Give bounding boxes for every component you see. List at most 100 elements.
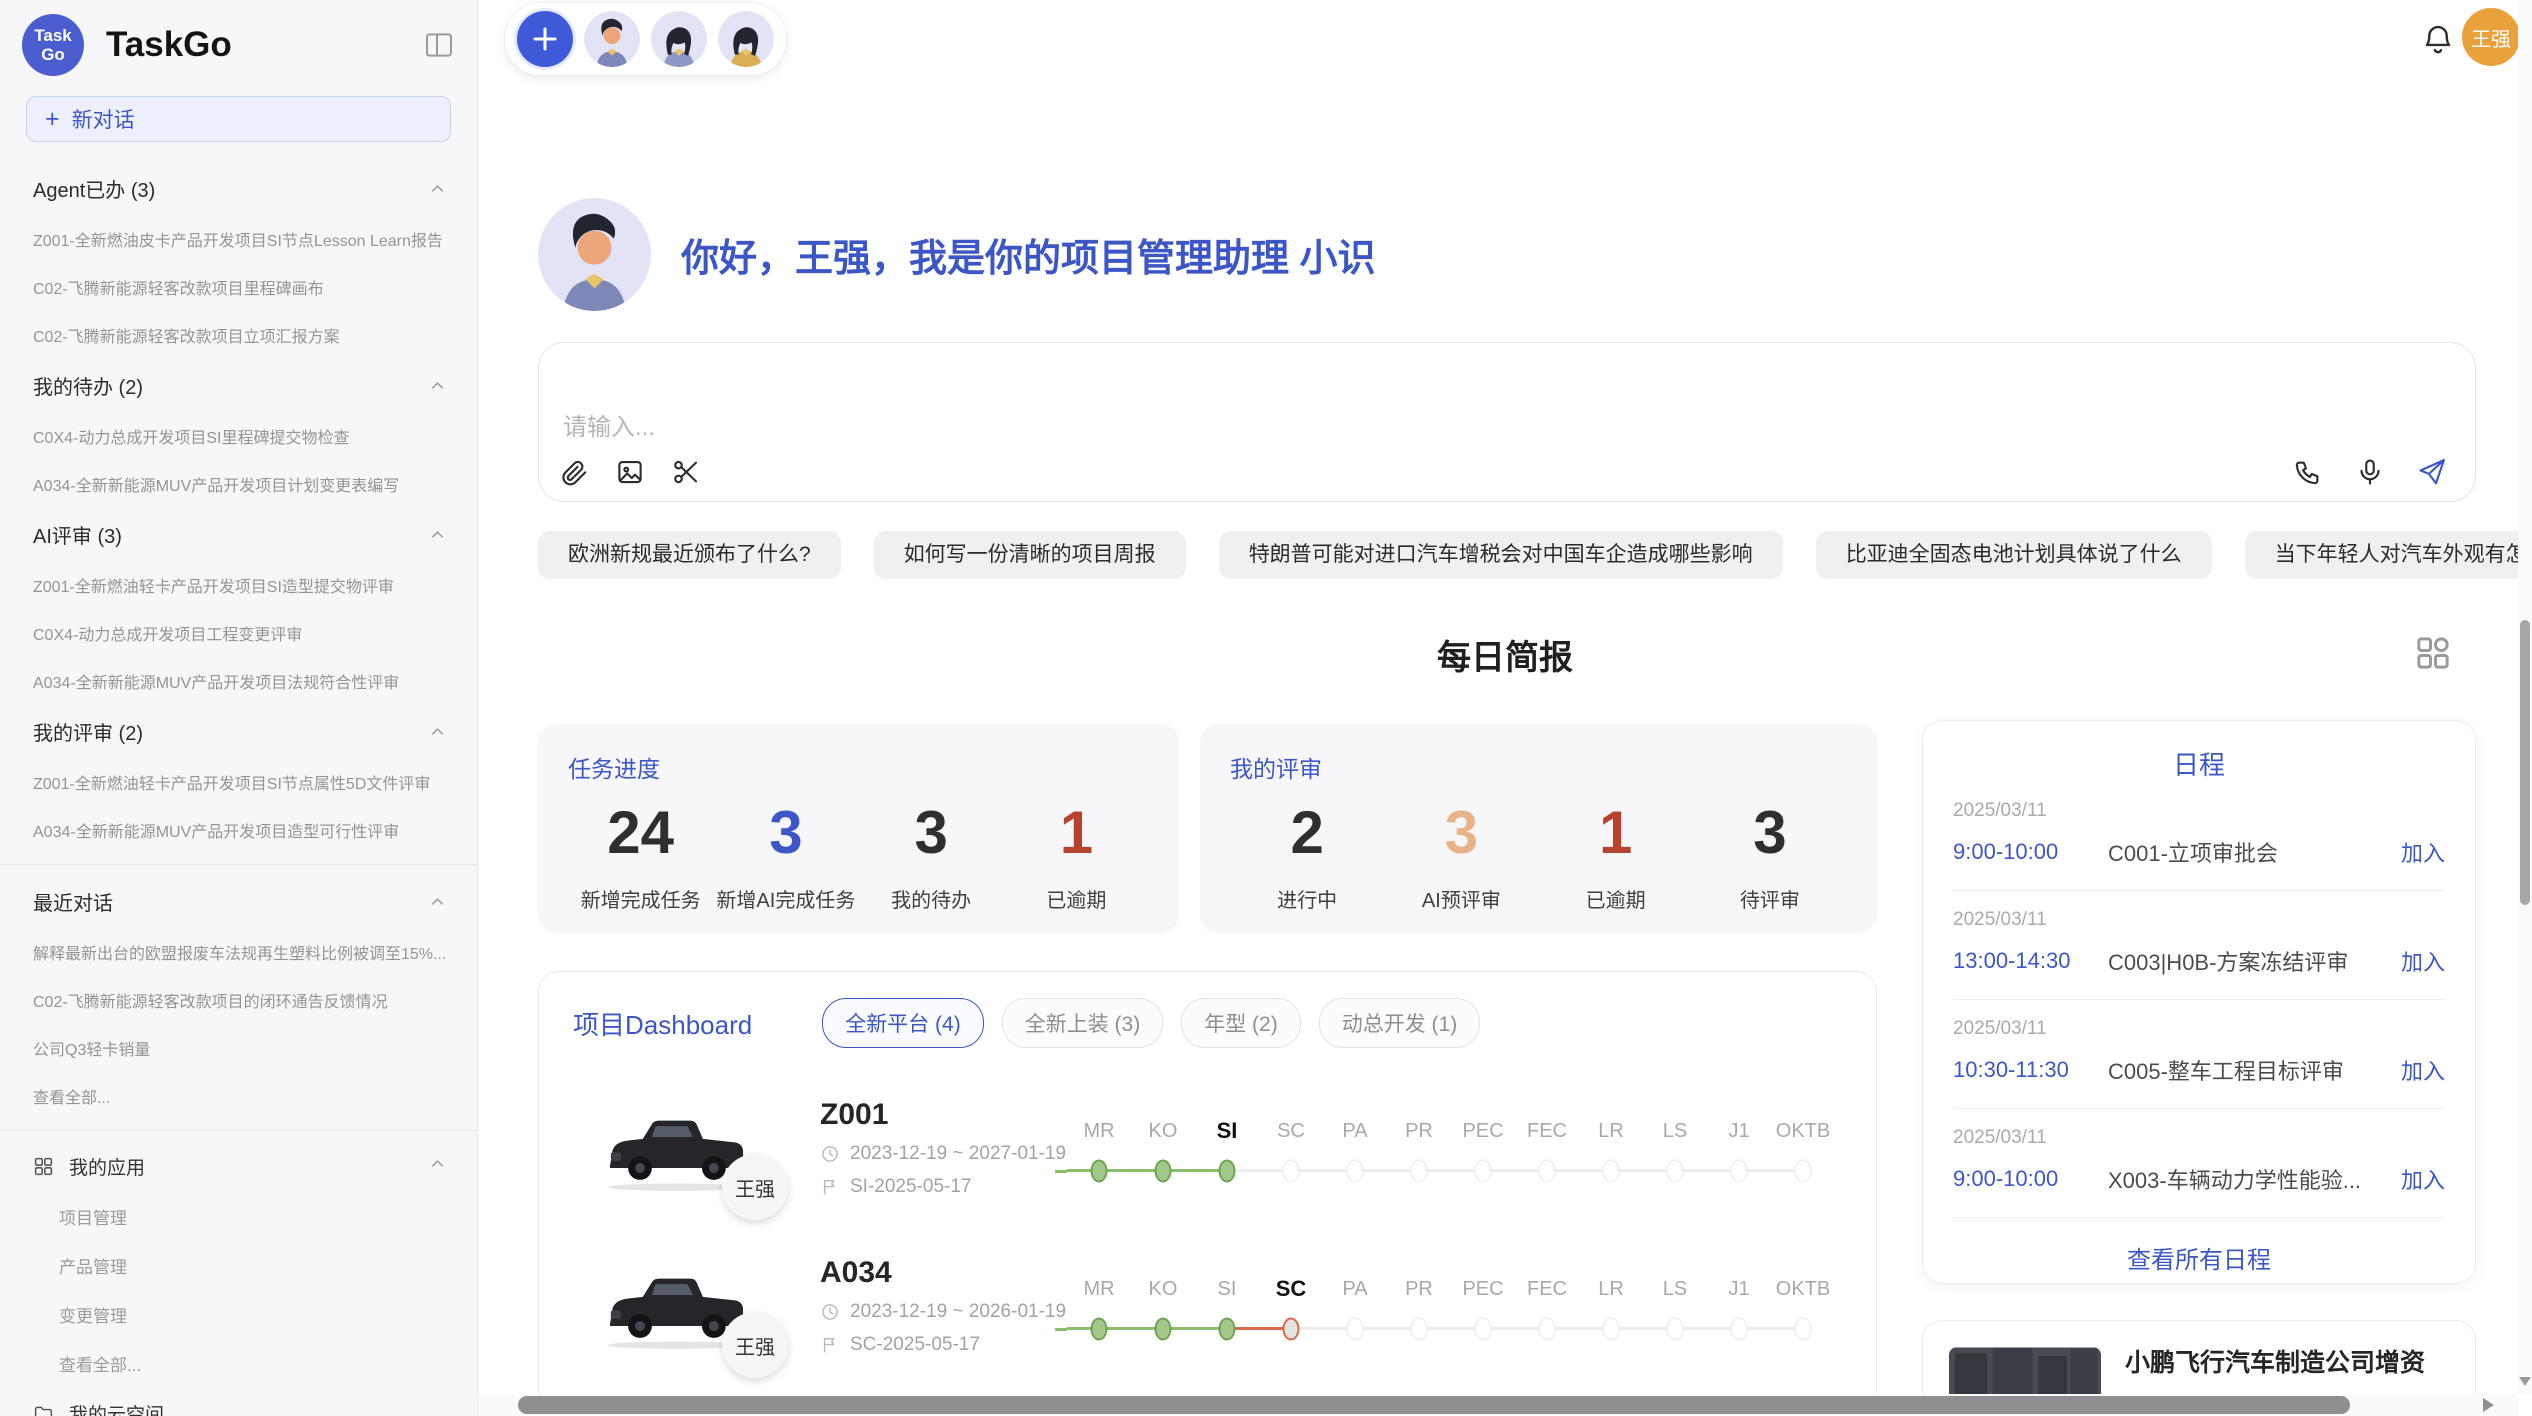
project-vehicle-image: 王强 bbox=[599, 1260, 754, 1352]
dashboard-tab[interactable]: 年型 (2) bbox=[1181, 998, 1301, 1048]
schedule-time: 9:00-10:00 bbox=[1953, 839, 2108, 865]
schedule-row: 9:00-10:00C001-立项审批会加入 bbox=[1953, 836, 2445, 868]
suggestion-chip[interactable]: 欧洲新规最近颁布了什么? bbox=[538, 531, 841, 579]
suggestion-chip[interactable]: 如何写一份清晰的项目周报 bbox=[874, 531, 1186, 579]
sidebar-task-item[interactable]: A034-全新新能源MUV产品开发项目法规符合性评审 bbox=[0, 657, 477, 705]
chevron-up-icon[interactable] bbox=[428, 892, 447, 911]
milestone: LR bbox=[1579, 1117, 1643, 1185]
milestone-label: PEC bbox=[1451, 1117, 1515, 1145]
apps-view-all[interactable]: 查看全部... bbox=[0, 1339, 477, 1388]
schedule-join-link[interactable]: 加入 bbox=[2401, 945, 2445, 977]
milestone-label: FEC bbox=[1515, 1117, 1579, 1145]
milestone-dot-row bbox=[1771, 1157, 1835, 1185]
sidebar-collapse-icon[interactable] bbox=[423, 29, 455, 61]
milestone-dot-row bbox=[1707, 1157, 1771, 1185]
milestone: KO bbox=[1131, 1275, 1195, 1343]
sidebar-group-title[interactable]: Agent已办 (3) bbox=[0, 162, 477, 215]
stat-label: 进行中 bbox=[1230, 884, 1384, 913]
chat-input-box[interactable]: 请输入... bbox=[538, 342, 2476, 502]
sidebar-task-item[interactable]: A034-全新新能源MUV产品开发项目计划变更表编写 bbox=[0, 460, 477, 508]
chevron-up-icon[interactable] bbox=[428, 376, 447, 395]
sidebar-group-title[interactable]: 我的待办 (2) bbox=[0, 359, 477, 412]
app-sub-item[interactable]: 项目管理 bbox=[0, 1192, 477, 1241]
sidebar-item-folder[interactable]: 我的云空间 bbox=[0, 1388, 477, 1416]
chevron-up-icon[interactable] bbox=[428, 722, 447, 741]
milestone-label: LS bbox=[1643, 1275, 1707, 1303]
app-sub-item[interactable]: 产品管理 bbox=[0, 1241, 477, 1290]
schedule-join-link[interactable]: 加入 bbox=[2401, 1163, 2445, 1195]
avatar-female-yellow[interactable] bbox=[718, 11, 774, 67]
sidebar-task-item[interactable]: C02-飞腾新能源轻客改款项目立项汇报方案 bbox=[0, 311, 477, 359]
chevron-up-icon[interactable] bbox=[428, 179, 447, 198]
sidebar-task-item[interactable]: Z001-全新燃油皮卡产品开发项目SI节点Lesson Learn报告 bbox=[0, 215, 477, 263]
task-progress-card: 任务进度 24新增完成任务3新增AI完成任务3我的待办1已逾期 bbox=[538, 724, 1179, 933]
milestone-dot bbox=[1731, 1318, 1748, 1341]
horizontal-scrollbar[interactable] bbox=[478, 1394, 2518, 1416]
sidebar-task-item[interactable]: C0X4-动力总成开发项目工程变更评审 bbox=[0, 609, 477, 657]
milestone-label: J1 bbox=[1707, 1275, 1771, 1303]
stat-label: AI预评审 bbox=[1384, 884, 1538, 913]
sidebar-task-item[interactable]: Z001-全新燃油轻卡产品开发项目SI造型提交物评审 bbox=[0, 561, 477, 609]
user-avatar[interactable]: 王强 bbox=[2462, 8, 2520, 66]
app-sub-item[interactable]: 变更管理 bbox=[0, 1290, 477, 1339]
sidebar-task-item[interactable]: Z001-全新燃油轻卡产品开发项目SI节点属性5D文件评审 bbox=[0, 758, 477, 806]
project-date-range: 2023-12-19 ~ 2027-01-19 bbox=[850, 1143, 1066, 1165]
project-info: A0342023-12-19 ~ 2026-01-19SC-2025-05-17 bbox=[820, 1256, 1055, 1356]
project-milestone-flag: SC-2025-05-17 bbox=[820, 1334, 1055, 1356]
suggestion-chip[interactable]: 比亚迪全固态电池计划具体说了什么 bbox=[1816, 531, 2212, 579]
milestone-dot bbox=[1155, 1318, 1172, 1341]
dashboard-title: 项目Dashboard bbox=[573, 1005, 752, 1042]
send-icon[interactable] bbox=[2417, 457, 2447, 487]
news-title: 小鹏飞行汽车制造公司增资 bbox=[2125, 1347, 2449, 1380]
notification-bell-icon[interactable] bbox=[2420, 22, 2456, 58]
recent-chats-view-all[interactable]: 查看全部... bbox=[0, 1072, 477, 1120]
microphone-icon[interactable] bbox=[2355, 457, 2385, 487]
vertical-scrollbar[interactable] bbox=[2518, 0, 2532, 1394]
dashboard-tab[interactable]: 全新平台 (4) bbox=[822, 998, 984, 1048]
stat-value: 3 bbox=[713, 798, 858, 868]
scroll-right-arrow-icon[interactable] bbox=[2483, 1398, 2494, 1412]
milestone: OKTB bbox=[1771, 1117, 1835, 1185]
clock-icon bbox=[820, 1302, 840, 1322]
milestone-label: PEC bbox=[1451, 1275, 1515, 1303]
dashboard-tab[interactable]: 全新上装 (3) bbox=[1002, 998, 1164, 1048]
schedule-join-link[interactable]: 加入 bbox=[2401, 1054, 2445, 1086]
dashboard-header: 项目Dashboard 全新平台 (4) 全新上装 (3) 年型 (2) 动总开发 (… bbox=[539, 972, 1876, 1058]
milestone-track: MRKOSISCPAPRPECFECLRLSJ1OKTB bbox=[1055, 1117, 1856, 1185]
chevron-up-icon[interactable] bbox=[428, 1154, 447, 1179]
new-chat-button[interactable]: + 新对话 bbox=[26, 96, 451, 142]
chevron-up-icon[interactable] bbox=[428, 525, 447, 544]
recent-chat-item[interactable]: 解释最新出台的欧盟报废车法规再生塑料比例被调至15%... bbox=[0, 928, 477, 976]
recent-chat-item[interactable]: C02-飞腾新能源轻客改款项目的闭环通告反馈情况 bbox=[0, 976, 477, 1024]
sidebar-item-my-apps[interactable]: 我的应用 bbox=[0, 1141, 477, 1192]
briefing-layout-icon[interactable] bbox=[2413, 633, 2453, 673]
stat-value: 24 bbox=[568, 798, 713, 868]
suggestion-chip[interactable]: 特朗普可能对进口汽车增税会对中国车企造成哪些影响 bbox=[1219, 531, 1783, 579]
milestone-dot-row bbox=[1067, 1157, 1131, 1185]
screenshot-scissors-icon[interactable] bbox=[671, 457, 701, 487]
sidebar-task-item[interactable]: C0X4-动力总成开发项目SI里程碑提交物检查 bbox=[0, 412, 477, 460]
add-agent-button[interactable] bbox=[517, 11, 573, 67]
flag-icon bbox=[820, 1335, 840, 1355]
recent-chats-title[interactable]: 最近对话 bbox=[0, 875, 477, 928]
schedule-card: 日程 2025/03/119:00-10:00C001-立项审批会加入2025/… bbox=[1922, 720, 2476, 1284]
schedule-join-link[interactable]: 加入 bbox=[2401, 836, 2445, 868]
sidebar-group-title[interactable]: AI评审 (3) bbox=[0, 508, 477, 561]
suggestion-chip[interactable]: 当下年轻人对汽车外观有怎样的喜好趋势 bbox=[2245, 531, 2532, 579]
scroll-down-arrow-icon[interactable] bbox=[2519, 1377, 2531, 1386]
vertical-scrollbar-thumb[interactable] bbox=[2520, 620, 2530, 905]
insert-image-icon[interactable] bbox=[615, 457, 645, 487]
sidebar-task-item[interactable]: C02-飞腾新能源轻客改款项目里程碑画布 bbox=[0, 263, 477, 311]
sidebar-task-item[interactable]: A034-全新新能源MUV产品开发项目造型可行性评审 bbox=[0, 806, 477, 854]
project-dates: 2023-12-19 ~ 2026-01-19 bbox=[820, 1301, 1055, 1323]
milestone: PEC bbox=[1451, 1117, 1515, 1185]
sidebar-group-title[interactable]: 我的评审 (2) bbox=[0, 705, 477, 758]
voice-call-icon[interactable] bbox=[2293, 457, 2323, 487]
attach-file-icon[interactable] bbox=[559, 457, 589, 487]
avatar-male[interactable] bbox=[584, 11, 640, 67]
avatar-female-long-hair[interactable] bbox=[651, 11, 707, 67]
horizontal-scrollbar-thumb[interactable] bbox=[518, 1396, 2350, 1414]
dashboard-tab[interactable]: 动总开发 (1) bbox=[1319, 998, 1481, 1048]
recent-chat-item[interactable]: 公司Q3轻卡销量 bbox=[0, 1024, 477, 1072]
view-all-schedule-link[interactable]: 查看所有日程 bbox=[1923, 1218, 2475, 1284]
